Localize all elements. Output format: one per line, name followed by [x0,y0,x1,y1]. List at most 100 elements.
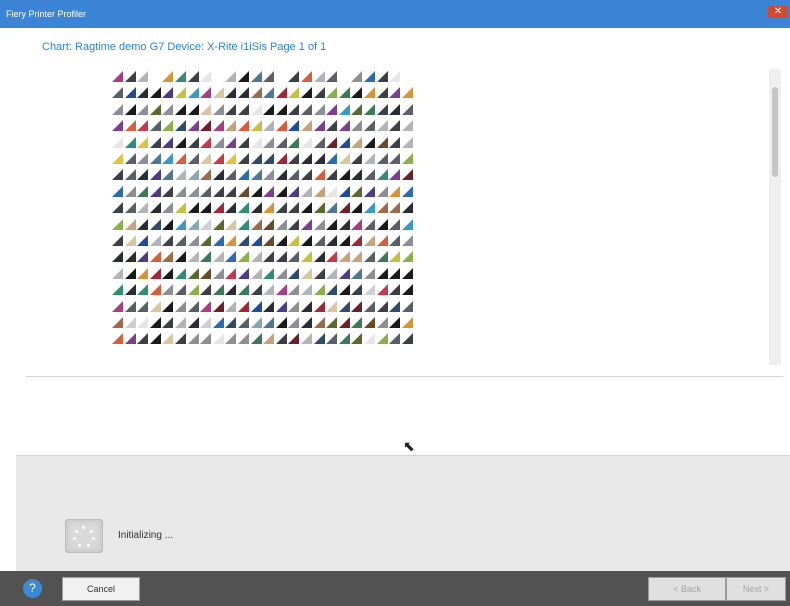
color-patch [137,301,148,312]
color-patch [276,219,287,230]
color-patch [326,251,337,262]
color-patch [125,104,136,115]
spinner-dot [87,544,90,547]
color-patch [200,317,211,328]
chart-scrollbar[interactable] [769,69,781,365]
color-patch [326,317,337,328]
color-patch [402,235,413,246]
color-patch [364,317,375,328]
color-patch [251,219,262,230]
color-patch [251,169,262,180]
color-patch [137,235,148,246]
color-patch [301,71,312,82]
color-patch [137,87,148,98]
help-icon[interactable]: ? [23,579,42,598]
color-patch [213,235,224,246]
color-patch [188,169,199,180]
color-patch [112,87,123,98]
color-patch [125,284,136,295]
color-patch [377,153,388,164]
color-patch [288,284,299,295]
scrollbar-thumb[interactable] [772,87,778,177]
color-patch [112,251,123,262]
color-patch [402,219,413,230]
color-patch [301,333,312,344]
color-patch [137,284,148,295]
color-patch [213,219,224,230]
color-patch [200,268,211,279]
color-patch [125,71,136,82]
color-patch [137,137,148,148]
color-patch [112,169,123,180]
color-patch [314,219,325,230]
back-button[interactable]: < Back [648,577,726,601]
color-patch [251,333,262,344]
color-patch [213,169,224,180]
color-patch [377,317,388,328]
color-patch [389,333,400,344]
color-patch [326,120,337,131]
color-patch [238,219,249,230]
color-patch [137,333,148,344]
color-patch [288,202,299,213]
color-patch [314,333,325,344]
color-patch [276,284,287,295]
color-patch [137,219,148,230]
color-patch [125,169,136,180]
color-patch [251,202,262,213]
color-patch [112,71,123,82]
color-patch [301,104,312,115]
color-patch [150,186,161,197]
color-patch [238,137,249,148]
color-patch [364,251,375,262]
color-patch [238,104,249,115]
color-patch [150,87,161,98]
color-patch [162,219,173,230]
color-patch [175,71,186,82]
window-title: Fiery Printer Profiler [6,9,87,19]
close-icon[interactable]: ✕ [768,6,788,18]
color-patch [301,268,312,279]
color-patch [301,235,312,246]
color-patch [238,268,249,279]
cancel-button[interactable]: Cancel [62,577,140,601]
profiler-window: Fiery Printer Profiler ✕ Chart: Ragtime … [0,0,790,606]
color-patch [339,137,350,148]
color-patch [314,268,325,279]
color-patch [200,333,211,344]
color-patch [389,219,400,230]
color-patch [276,251,287,262]
color-patch [137,268,148,279]
color-patch [377,120,388,131]
status-panel: Initializing ... [16,455,790,572]
color-patch [162,186,173,197]
next-button[interactable]: Next > [726,577,786,601]
color-patch [377,251,388,262]
color-patch [389,71,400,82]
color-patch [238,169,249,180]
color-patch [351,219,362,230]
color-patch [402,169,413,180]
color-patch [188,317,199,328]
color-patch [162,71,173,82]
color-patch [389,202,400,213]
color-patch [263,268,274,279]
color-patch [301,120,312,131]
color-patch [326,137,337,148]
color-patch [402,186,413,197]
color-patch [175,333,186,344]
color-patch [402,333,413,344]
color-patch [112,202,123,213]
color-patch [238,120,249,131]
color-patch [112,284,123,295]
color-patch [137,153,148,164]
color-patch [351,153,362,164]
color-patch [314,71,325,82]
color-patch [326,202,337,213]
color-patch [225,268,236,279]
color-patch [377,333,388,344]
color-patch [188,301,199,312]
color-patch [276,87,287,98]
color-patch [125,186,136,197]
color-patch [175,169,186,180]
